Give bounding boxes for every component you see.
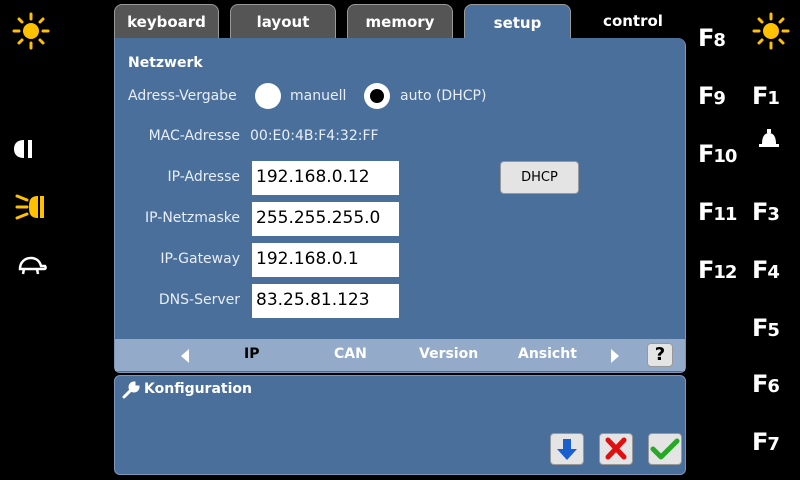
- gateway-label: IP-Gateway: [160, 251, 240, 267]
- fkey-f4[interactable]: F4: [752, 256, 780, 284]
- subnav-item-ip[interactable]: IP: [244, 346, 259, 362]
- tab-control[interactable]: control: [580, 4, 686, 38]
- fkey-f5[interactable]: F5: [752, 314, 780, 342]
- download-button[interactable]: [550, 433, 584, 465]
- check-icon: [650, 438, 680, 460]
- subnav-next-arrow-icon[interactable]: [611, 349, 619, 363]
- address-assignment-label: Adress-Vergabe: [128, 88, 237, 104]
- subnav-item-can[interactable]: CAN: [334, 346, 367, 362]
- dhcp-button[interactable]: DHCP: [500, 161, 579, 194]
- turtle-slow-icon[interactable]: [16, 254, 48, 276]
- mac-address-value: 00:E0:4B:F4:32:FF: [250, 128, 379, 144]
- tab-setup[interactable]: setup: [464, 4, 571, 40]
- network-section-title: Netzwerk: [128, 55, 203, 71]
- setup-subnav: IP CAN Version Ansicht ?: [115, 339, 685, 371]
- fkey-f7[interactable]: F7: [752, 428, 780, 456]
- radio-manual-label: manuell: [290, 88, 347, 104]
- fkey-f9[interactable]: F9: [698, 82, 726, 110]
- tab-memory[interactable]: memory: [347, 4, 453, 38]
- radio-auto-dhcp-label: auto (DHCP): [400, 88, 487, 104]
- ip-address-label: IP-Adresse: [167, 169, 241, 185]
- dns-server-field[interactable]: 83.25.81.123: [252, 284, 399, 318]
- dipped-beam-icon[interactable]: [12, 136, 38, 162]
- dhcp-button-label: DHCP: [521, 170, 558, 185]
- fkey-f12[interactable]: F12: [698, 256, 737, 284]
- radio-auto-dhcp[interactable]: [364, 83, 390, 109]
- night-mode-sun-icon[interactable]: [752, 12, 790, 50]
- help-button[interactable]: ?: [647, 343, 673, 367]
- fkey-f11[interactable]: F11: [698, 198, 737, 226]
- cancel-button[interactable]: [599, 433, 633, 465]
- headlight-beam-icon[interactable]: [14, 188, 48, 226]
- fkey-f10[interactable]: F10: [698, 140, 737, 168]
- fkey-f3[interactable]: F3: [752, 198, 780, 226]
- fkey-f1[interactable]: F1: [752, 82, 780, 110]
- netmask-label: IP-Netzmaske: [145, 210, 240, 226]
- configuration-title: Konfiguration: [144, 381, 252, 397]
- close-icon: [605, 437, 627, 460]
- radio-manual[interactable]: [255, 83, 281, 109]
- fkey-f6[interactable]: F6: [752, 370, 780, 398]
- gateway-field[interactable]: 192.168.0.1: [252, 243, 399, 277]
- day-mode-sun-icon[interactable]: [12, 12, 50, 50]
- help-button-label: ?: [654, 344, 666, 365]
- wrench-icon: [122, 381, 140, 399]
- down-arrow-icon: [557, 439, 577, 460]
- subnav-item-view[interactable]: Ansicht: [518, 346, 577, 362]
- dns-server-label: DNS-Server: [158, 292, 240, 308]
- fkey-f8[interactable]: F8: [698, 24, 726, 52]
- netmask-field[interactable]: 255.255.255.0: [252, 202, 399, 236]
- mac-address-label: MAC-Adresse: [148, 128, 240, 144]
- tab-layout[interactable]: layout: [230, 4, 336, 38]
- confirm-button[interactable]: [648, 433, 682, 465]
- subnav-item-version[interactable]: Version: [419, 346, 478, 362]
- tab-keyboard[interactable]: keyboard: [114, 4, 219, 38]
- subnav-prev-arrow-icon[interactable]: [181, 349, 189, 363]
- bell-icon[interactable]: [758, 128, 780, 152]
- ip-address-field[interactable]: 192.168.0.12: [252, 161, 399, 195]
